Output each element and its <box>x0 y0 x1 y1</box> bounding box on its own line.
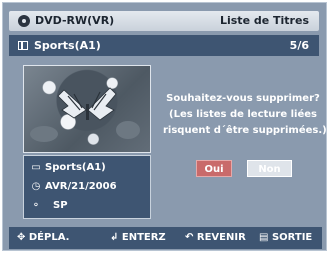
yes-button[interactable]: Oui <box>196 160 232 177</box>
title-thumbnail <box>23 65 151 153</box>
dialog-note-line1: (Les listes de lecture liées <box>169 109 317 120</box>
move-hint: ✥ DÉPLA. <box>17 232 70 243</box>
info-date-row: ◷ AVR/21/2006 <box>30 179 117 195</box>
delete-confirm-dialog: Souhaitez-vous supprimer? (Les listes de… <box>163 91 327 139</box>
move-arrows-icon: ✥ <box>17 232 26 243</box>
title-info-panel: ▭ Sports(A1) ◷ AVR/21/2006 ⚬ SP <box>23 155 151 219</box>
info-mode: SP <box>53 200 68 211</box>
disc-icon <box>18 15 30 27</box>
header-bar: DVD-RW(VR) Liste de Titres <box>9 11 319 31</box>
return-icon: ↶ <box>185 232 194 243</box>
title-count: 5/6 <box>289 39 309 52</box>
source-label: DVD-RW(VR) <box>35 14 115 27</box>
no-button[interactable]: Non <box>247 160 292 177</box>
title-bar: Sports(A1) 5/6 <box>9 35 319 56</box>
info-date: AVR/21/2006 <box>45 181 117 192</box>
dialog-question: Souhaitez-vous supprimer? <box>166 93 320 104</box>
menu-title: Liste de Titres <box>219 14 309 27</box>
enter-icon: ↲ <box>110 232 119 243</box>
dialog-note-line2: risquent d´être supprimées.) <box>163 125 327 136</box>
footer-hints: ✥ DÉPLA. ↲ ENTERZ ↶ REVENIR ▤ SORTIE <box>9 227 322 249</box>
info-title-row: ▭ Sports(A1) <box>30 160 106 176</box>
back-hint: ↶ REVENIR <box>185 232 246 243</box>
file-icon: ▭ <box>31 162 41 173</box>
butterfly-image <box>30 87 140 142</box>
lock-icon: ⚬ <box>31 200 41 211</box>
title-name: Sports(A1) <box>34 39 101 52</box>
menu-icon: ▤ <box>259 232 269 243</box>
clock-icon: ◷ <box>31 181 41 192</box>
dvd-menu-screen: DVD-RW(VR) Liste de Titres Sports(A1) 5/… <box>2 2 327 251</box>
exit-hint: ▤ SORTIE <box>259 232 313 243</box>
title-list-icon <box>18 41 28 50</box>
info-title: Sports(A1) <box>45 162 106 173</box>
info-mode-row: ⚬ SP <box>30 198 68 214</box>
enter-hint: ↲ ENTERZ <box>110 232 166 243</box>
